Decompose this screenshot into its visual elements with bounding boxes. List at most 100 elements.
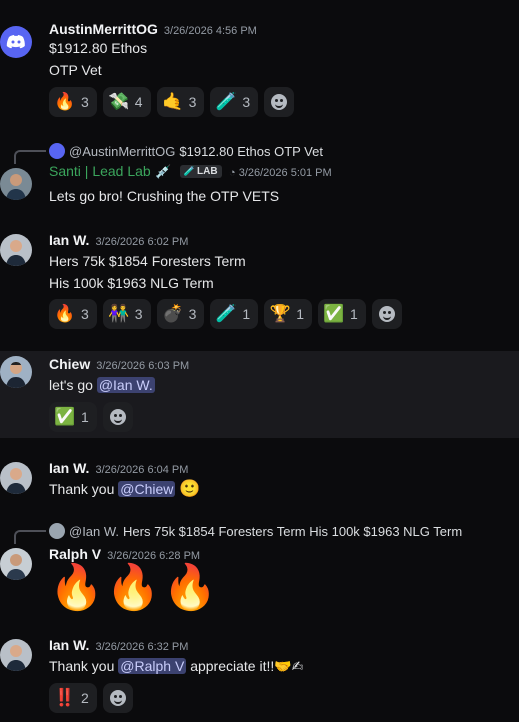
double-exclamation-icon: ‼️ xyxy=(54,688,76,707)
message-text: Thank you xyxy=(49,481,115,497)
reply-avatar-icon xyxy=(49,143,65,159)
author-name[interactable]: Santi | Lead Lab xyxy=(49,163,151,179)
smiley-icon xyxy=(109,690,126,706)
reaction-bar: ‼️ 2 xyxy=(49,683,133,713)
reaction-count: 3 xyxy=(81,306,89,322)
call-me-hand-icon: 🤙 xyxy=(162,92,184,111)
reply-text: $1912.80 Ethos OTP Vet xyxy=(179,143,323,159)
add-reaction-button[interactable] xyxy=(264,87,295,117)
reaction-bar: ✅ 1 xyxy=(49,402,133,432)
timestamp: 3/26/2026 5:01 PM xyxy=(238,167,332,179)
reaction-count: 1 xyxy=(81,409,89,425)
reaction-count: 1 xyxy=(296,306,304,322)
reaction-bomb[interactable]: 💣 3 xyxy=(156,299,205,329)
reply-spine xyxy=(14,530,46,544)
avatar[interactable] xyxy=(0,548,32,580)
user-mention[interactable]: @Ralph V xyxy=(118,658,187,674)
trophy-icon: 🏆 xyxy=(269,304,291,323)
message-line: Thank you @Ralph V appreciate it!!🤝✍ xyxy=(49,655,303,677)
money-icon: 💸 xyxy=(108,92,130,111)
reaction-callme[interactable]: 🤙 3 xyxy=(156,87,205,117)
reaction-count: 3 xyxy=(81,94,89,110)
check-icon: ✅ xyxy=(323,304,345,323)
reply-author[interactable]: @AustinMerrittOG xyxy=(69,144,175,159)
flask-icon: 🧪 xyxy=(215,304,237,323)
reaction-check[interactable]: ✅ 1 xyxy=(49,402,97,432)
reaction-lab[interactable]: 🧪 3 xyxy=(210,87,259,117)
reaction-count: 3 xyxy=(188,94,197,110)
reaction-bangbang[interactable]: ‼️ 2 xyxy=(49,683,97,713)
avatar[interactable] xyxy=(0,168,32,200)
author-name[interactable]: AustinMerrittOG xyxy=(49,21,158,37)
reply-avatar-icon xyxy=(49,523,65,539)
check-icon: ✅ xyxy=(54,407,76,426)
reaction-bar: 🔥 3 💸 4 🤙 3 🧪 3 xyxy=(49,87,295,117)
message-line: Hers 75k $1854 Foresters Term xyxy=(49,253,246,269)
couple-icon: 👫 xyxy=(108,304,130,323)
reaction-count: 3 xyxy=(134,306,143,322)
author-name[interactable]: Ralph V xyxy=(49,546,101,562)
reply-preview[interactable]: @Ian W. Hers 75k $1854 Foresters Term Hi… xyxy=(49,523,462,539)
reply-spine xyxy=(14,150,46,164)
reply-text: Hers 75k $1854 Foresters Term His 100k $… xyxy=(123,523,463,539)
reaction-count: 3 xyxy=(242,94,251,110)
message-line: His 100k $1963 NLG Term xyxy=(49,275,214,291)
smiley-icon xyxy=(271,94,288,110)
message-text: let's go xyxy=(49,377,93,393)
timestamp: 3/26/2026 6:02 PM xyxy=(95,236,189,248)
smiley-icon xyxy=(109,409,126,425)
timestamp: 3/26/2026 6:03 PM xyxy=(96,360,190,372)
add-reaction-button[interactable] xyxy=(371,299,402,329)
reaction-couple[interactable]: 👫 3 xyxy=(102,299,151,329)
message-text: appreciate it!!🤝✍ xyxy=(190,658,304,674)
role-badge[interactable]: 🧪 LAB xyxy=(179,165,222,178)
add-reaction-button[interactable] xyxy=(102,402,133,432)
lab-icon: 🧪 xyxy=(183,166,196,176)
author-name[interactable]: Chiew xyxy=(49,356,90,372)
timestamp: 3/26/2026 6:04 PM xyxy=(95,464,189,476)
avatar[interactable] xyxy=(0,234,32,266)
message-line: $1912.80 Ethos xyxy=(49,40,148,56)
message-text: Thank you xyxy=(49,658,115,674)
reaction-count: 1 xyxy=(349,306,358,322)
user-mention[interactable]: @Chiew xyxy=(118,481,176,497)
message-line: Thank you @Chiew 🙂 xyxy=(49,478,200,500)
syringe-icon: 💉 xyxy=(155,164,172,179)
author-name[interactable]: Ian W. xyxy=(49,637,89,653)
slight-smile-icon: 🙂 xyxy=(179,479,201,498)
reaction-trophy[interactable]: 🏆 1 xyxy=(264,299,312,329)
reaction-money[interactable]: 💸 4 xyxy=(102,87,151,117)
reaction-count: 1 xyxy=(242,306,251,322)
author-name[interactable]: Ian W. xyxy=(49,232,89,248)
reaction-count: 4 xyxy=(134,94,143,110)
reply-author[interactable]: @Ian W. xyxy=(69,524,119,539)
reaction-fire[interactable]: 🔥 3 xyxy=(49,87,97,117)
reaction-count: 3 xyxy=(188,306,197,322)
reaction-check[interactable]: ✅ 1 xyxy=(317,299,366,329)
discord-avatar-icon[interactable] xyxy=(0,26,32,58)
reaction-count: 2 xyxy=(81,690,89,706)
reaction-lab[interactable]: 🧪 1 xyxy=(210,299,259,329)
avatar[interactable] xyxy=(0,639,32,671)
timestamp: 3/26/2026 6:32 PM xyxy=(95,641,189,653)
reaction-fire[interactable]: 🔥 3 xyxy=(49,299,97,329)
add-reaction-button[interactable] xyxy=(102,683,133,713)
user-mention[interactable]: @Ian W. xyxy=(96,377,155,393)
message-line: Lets go bro! Crushing the OTP VETS xyxy=(49,188,280,204)
avatar[interactable] xyxy=(0,462,32,494)
message-line: OTP Vet xyxy=(49,62,102,78)
smiley-icon xyxy=(378,306,395,322)
timestamp: 3/26/2026 6:28 PM xyxy=(107,550,201,562)
bomb-icon: 💣 xyxy=(162,304,184,323)
reply-preview[interactable]: @AustinMerrittOG $1912.80 Ethos OTP Vet xyxy=(49,143,323,159)
reaction-bar: 🔥 3 👫 3 💣 3 🧪 1 🏆 1 ✅ 1 xyxy=(49,299,402,329)
avatar[interactable] xyxy=(0,356,32,388)
timestamp: 3/26/2026 4:56 PM xyxy=(163,25,257,37)
flask-icon: 🧪 xyxy=(215,92,237,111)
fire-icon: 🔥🔥🔥 xyxy=(49,563,220,612)
message-line: let's go @Ian W. xyxy=(49,374,155,396)
fire-icon: 🔥 xyxy=(54,304,76,323)
wifi-icon: ◔ xyxy=(229,167,236,179)
fire-icon: 🔥 xyxy=(54,92,76,111)
author-name[interactable]: Ian W. xyxy=(49,460,89,476)
